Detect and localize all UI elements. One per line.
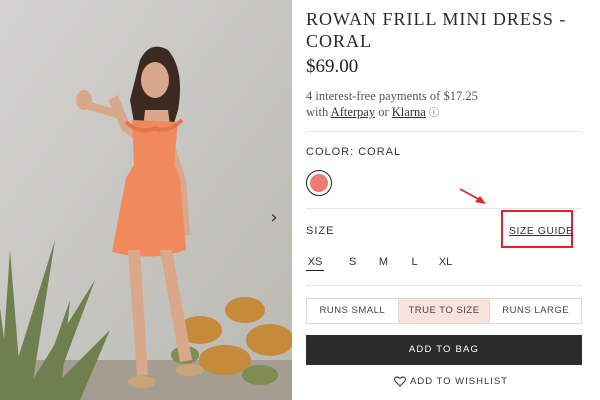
size-option-m[interactable]: M — [368, 256, 399, 271]
size-label: SIZE — [306, 225, 335, 237]
product-info-panel: ROWAN FRILL MINI DRESS - CORAL $69.00 4 … — [306, 0, 586, 400]
size-option-xs[interactable]: XS — [306, 256, 324, 271]
divider — [306, 285, 582, 286]
heart-icon — [394, 376, 406, 387]
product-image[interactable] — [0, 0, 292, 400]
color-label: COLOR: CORAL — [306, 146, 402, 158]
product-photo-illustration — [0, 0, 292, 400]
size-option-xl[interactable]: XL — [430, 256, 461, 271]
add-to-bag-button[interactable]: ADD TO BAG — [306, 335, 582, 365]
installment-info: 4 interest-free payments of $17.25 with … — [306, 88, 478, 122]
divider — [306, 208, 582, 209]
product-price: $69.00 — [306, 56, 359, 77]
wishlist-label: ADD TO WISHLIST — [410, 376, 509, 387]
fit-runs-large[interactable]: RUNS LARGE — [490, 299, 581, 323]
fit-runs-small[interactable]: RUNS SMALL — [307, 299, 399, 323]
add-to-wishlist-button[interactable]: ADD TO WISHLIST — [394, 376, 508, 387]
product-title: ROWAN FRILL MINI DRESS - CORAL — [306, 9, 567, 51]
size-option-s[interactable]: S — [337, 256, 368, 271]
size-option-l[interactable]: L — [399, 256, 430, 271]
fit-selector: RUNS SMALL TRUE TO SIZE RUNS LARGE — [306, 298, 582, 324]
klarna-link[interactable]: Klarna — [392, 105, 426, 119]
divider — [306, 131, 582, 132]
payment-providers: with Afterpay or Klarna ⓘ — [306, 104, 478, 122]
info-icon[interactable]: ⓘ — [429, 108, 439, 119]
installment-text: 4 interest-free payments of $17.25 — [306, 89, 478, 103]
or-text: or — [375, 105, 392, 119]
chevron-right-icon[interactable]: › — [266, 208, 282, 228]
color-swatch-coral[interactable] — [306, 170, 332, 196]
afterpay-link[interactable]: Afterpay — [331, 105, 375, 119]
size-guide-link[interactable]: SIZE GUIDE — [509, 225, 574, 237]
size-options: XS S M L XL — [306, 256, 461, 271]
with-text: with — [306, 105, 331, 119]
fit-true-to-size[interactable]: TRUE TO SIZE — [398, 299, 491, 323]
